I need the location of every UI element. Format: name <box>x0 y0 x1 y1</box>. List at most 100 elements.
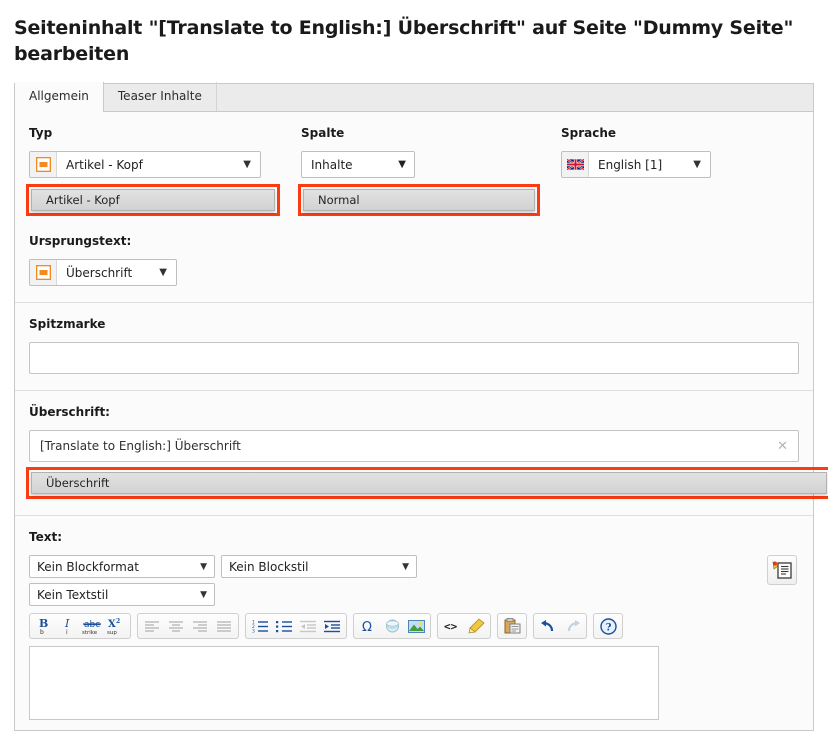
label-spitzmarke: Spitzmarke <box>29 317 106 332</box>
spalte-option-highlight: Normal <box>298 184 540 217</box>
svg-text:X: X <box>108 619 116 630</box>
style-select-row-2: Kein Textstil ▼ <box>29 583 755 607</box>
align-center-icon[interactable] <box>164 615 188 637</box>
editor-left: Kein Blockformat ▼ Kein Blockstil ▼ Kein… <box>29 555 755 721</box>
special-character-icon[interactable]: Ω <box>356 615 380 637</box>
toolbar-group-alignment <box>137 613 239 640</box>
ursprungstext-select[interactable]: Überschrift ▼ <box>29 259 177 287</box>
ursprungstext-value: Überschrift <box>66 265 133 280</box>
rte-fullscreen-icon[interactable] <box>767 555 797 586</box>
svg-text:sup: sup <box>107 630 117 635</box>
label-text: Text: <box>29 530 63 545</box>
editor-right <box>755 555 799 586</box>
content-element-icon <box>30 260 57 286</box>
toolbar-group-history <box>533 613 587 640</box>
remove-format-icon[interactable] <box>464 615 488 637</box>
ueberschrift-option-highlight: Überschrift <box>26 467 828 500</box>
sprache-value: English [1] <box>598 157 663 172</box>
sprache-select[interactable]: English [1] ▼ <box>561 151 711 179</box>
svg-text:3: 3 <box>252 628 255 633</box>
svg-text:<>: <> <box>444 620 458 633</box>
tab-bar: Allgemein Teaser Inhalte <box>14 82 814 113</box>
typ-select[interactable]: Artikel - Kopf ▼ <box>29 151 261 179</box>
outdent-icon[interactable] <box>296 615 320 637</box>
svg-text:Ω: Ω <box>362 620 372 634</box>
strikethrough-icon[interactable]: abc strike <box>80 615 104 637</box>
section-spitzmarke: Spitzmarke <box>15 303 813 392</box>
spalte-open-option[interactable]: Normal <box>303 189 535 212</box>
align-left-icon[interactable] <box>140 615 164 637</box>
blockstil-value: Kein Blockstil <box>229 559 309 574</box>
numbered-list-icon[interactable]: 123 <box>248 615 272 637</box>
typ-open-option[interactable]: Artikel - Kopf <box>31 189 275 212</box>
tab-teaser-inhalte[interactable]: Teaser Inhalte <box>104 82 217 112</box>
field-typ: Typ Artikel - Kopf ▼ Artikel - Kopf <box>26 126 301 217</box>
blockstil-select[interactable]: Kein Blockstil ▼ <box>221 555 417 579</box>
chevron-down-icon: ▼ <box>200 589 207 600</box>
textstil-select[interactable]: Kein Textstil ▼ <box>29 583 215 607</box>
image-icon[interactable] <box>404 615 428 637</box>
ueberschrift-input[interactable]: [Translate to English:] Überschrift ✕ <box>29 430 799 463</box>
label-ursprungstext: Ursprungstext: <box>29 234 132 249</box>
editor-row: Kein Blockformat ▼ Kein Blockstil ▼ Kein… <box>29 555 799 721</box>
toolbar-group-source: <> <box>437 613 491 640</box>
bold-icon[interactable]: Bb <box>32 615 56 637</box>
label-spalte: Spalte <box>301 126 345 141</box>
superscript-icon[interactable]: X 2 sup <box>104 615 128 637</box>
svg-text:b: b <box>40 629 44 635</box>
source-code-icon[interactable]: <> <box>440 615 464 637</box>
toolbar-group-insert: Ω <box>353 613 431 640</box>
uk-flag-icon <box>562 152 589 178</box>
toolbar-group-lists: 123 <box>245 613 347 640</box>
field-ursprungstext: Ursprungstext: Überschrift ▼ <box>29 234 799 287</box>
page-title: Seiteninhalt "[Translate to English:] Üb… <box>14 17 794 65</box>
align-justify-icon[interactable] <box>212 615 236 637</box>
rte-content-area[interactable] <box>29 646 659 721</box>
rte-toolbar: Bb Ii abc strike X 2 sup 1 2 3 Ω <> ? <box>29 613 755 640</box>
textstil-value: Kein Textstil <box>37 587 109 602</box>
tab-allgemein[interactable]: Allgemein <box>15 82 104 113</box>
toolbar-group-help: ? <box>593 613 623 640</box>
svg-text:abc: abc <box>84 620 100 630</box>
toolbar-group-formatting: Bb Ii abc strike X 2 sup <box>29 613 131 640</box>
ueberschrift-value: [Translate to English:] Überschrift <box>40 439 241 454</box>
chevron-down-icon: ▼ <box>159 267 167 279</box>
bulleted-list-icon[interactable] <box>272 615 296 637</box>
svg-text:2: 2 <box>116 618 120 625</box>
spitzmarke-input[interactable] <box>29 342 799 375</box>
section-type: Typ Artikel - Kopf ▼ Artikel - Kopf Spal… <box>15 112 813 304</box>
clear-x-icon[interactable]: ✕ <box>769 439 788 454</box>
ueberschrift-open-option[interactable]: Überschrift <box>31 472 827 495</box>
chevron-down-icon: ▼ <box>243 159 251 171</box>
typ-option-highlight: Artikel - Kopf <box>26 184 280 217</box>
paste-icon[interactable] <box>500 615 524 637</box>
label-sprache: Sprache <box>561 126 617 141</box>
form-panel: Typ Artikel - Kopf ▼ Artikel - Kopf Spal… <box>14 112 828 732</box>
type-columns: Typ Artikel - Kopf ▼ Artikel - Kopf Spal… <box>26 126 799 217</box>
content-element-icon <box>30 152 57 178</box>
spalte-select[interactable]: Inhalte ▼ <box>301 151 415 179</box>
typ-value: Artikel - Kopf <box>66 157 143 172</box>
blockformat-value: Kein Blockformat <box>37 559 139 574</box>
chevron-down-icon: ▼ <box>200 561 207 572</box>
chevron-down-icon: ▼ <box>693 159 701 171</box>
blockformat-select[interactable]: Kein Blockformat ▼ <box>29 555 215 579</box>
align-right-icon[interactable] <box>188 615 212 637</box>
section-text: Text: Kein Blockformat ▼ Kein Blockstil … <box>15 516 813 730</box>
svg-text:?: ? <box>605 622 611 633</box>
chevron-down-icon: ▼ <box>398 159 406 171</box>
redo-icon[interactable] <box>560 615 584 637</box>
undo-icon[interactable] <box>536 615 560 637</box>
label-typ: Typ <box>29 126 53 141</box>
help-icon[interactable]: ? <box>596 615 620 637</box>
chevron-down-icon: ▼ <box>402 561 409 572</box>
link-icon[interactable] <box>380 615 404 637</box>
style-select-row-1: Kein Blockformat ▼ Kein Blockstil ▼ <box>29 555 755 579</box>
spalte-value: Inhalte <box>311 157 353 172</box>
section-ueberschrift: Überschrift: [Translate to English:] Übe… <box>15 391 828 517</box>
field-sprache: Sprache English [1] ▼ <box>561 126 761 216</box>
toolbar-group-clipboard <box>497 613 527 640</box>
indent-icon[interactable] <box>320 615 344 637</box>
italic-icon[interactable]: Ii <box>56 615 80 637</box>
label-ueberschrift: Überschrift: <box>29 405 110 420</box>
